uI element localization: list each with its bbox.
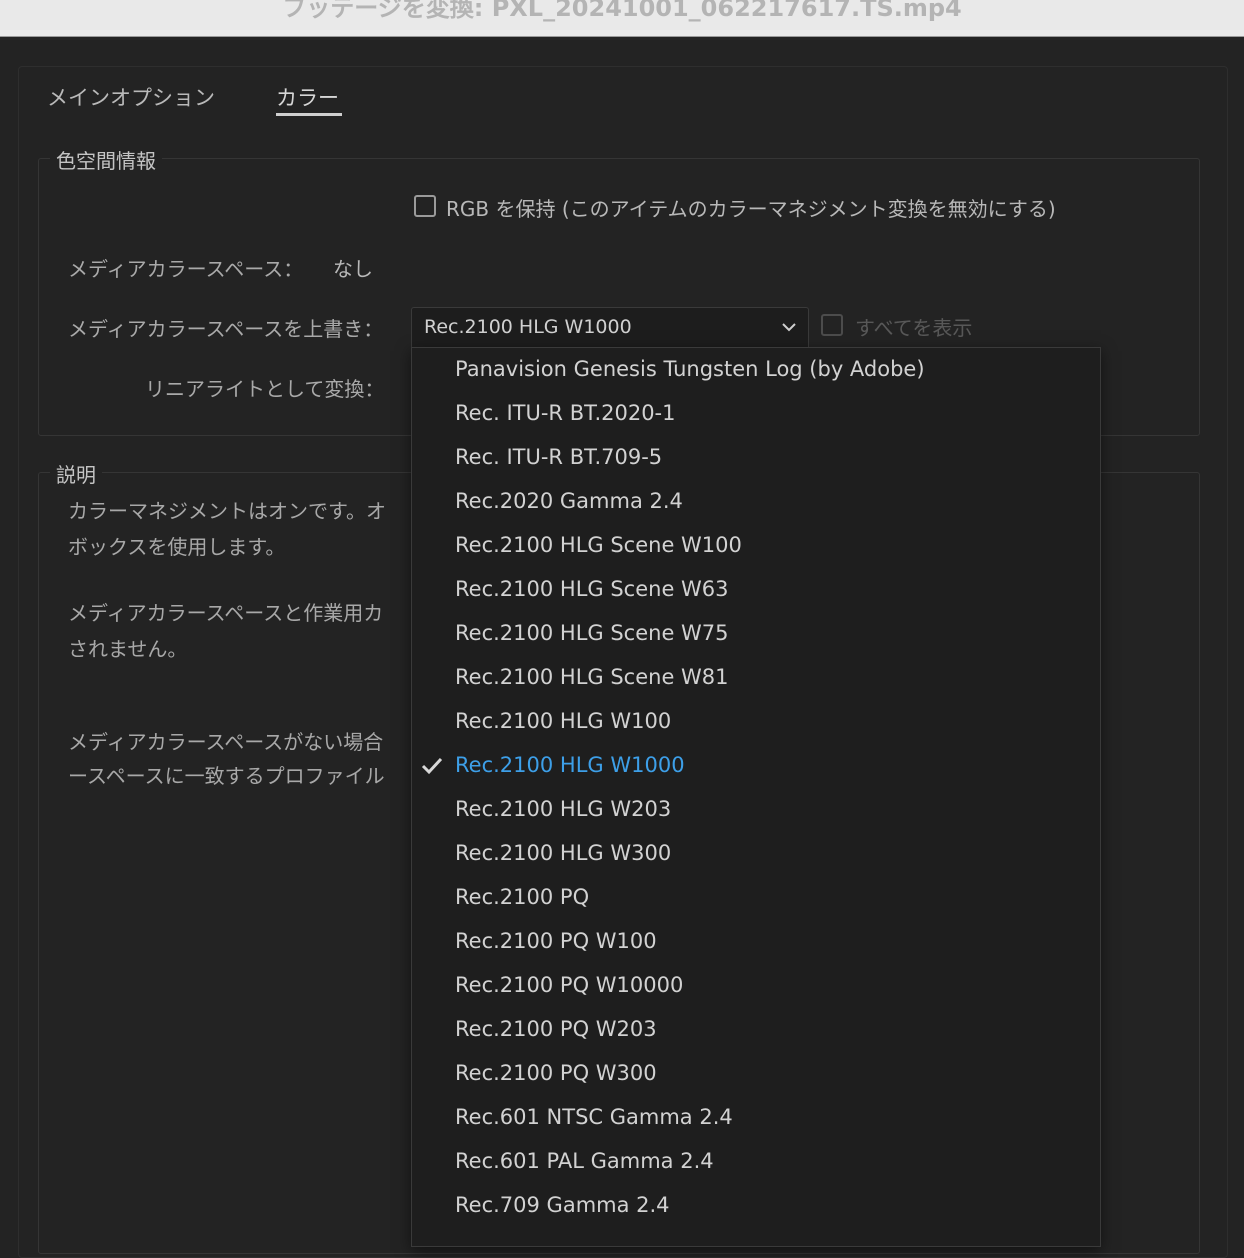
dropdown-option[interactable]: Rec.2100 PQ W203 (412, 1008, 1100, 1052)
description-line: ボックスを使用します。 (68, 535, 286, 559)
dropdown-option-label: Rec.601 NTSC Gamma 2.4 (455, 1105, 733, 1129)
dropdown-option-label: Rec.2100 HLG Scene W63 (455, 577, 729, 601)
tab-main-options[interactable]: メインオプション (47, 82, 215, 112)
color-space-dropdown-list[interactable]: Panavision Genesis Tungsten Log (by Adob… (411, 347, 1101, 1247)
dropdown-option[interactable]: Rec.2100 HLG W1000 (412, 744, 1100, 788)
dropdown-option-label: Rec.2100 PQ W203 (455, 1017, 657, 1041)
override-color-space-select[interactable]: Rec.2100 HLG W1000 (411, 307, 809, 347)
media-color-space-value: なし (333, 257, 373, 281)
description-text: カラーマネジメントはオンです。オ ボックスを使用します。 (68, 493, 410, 565)
dropdown-option-label: Rec.601 PAL Gamma 2.4 (455, 1149, 714, 1173)
preserve-rgb-checkbox[interactable] (414, 195, 436, 217)
override-color-space-value: Rec.2100 HLG W1000 (424, 316, 632, 338)
dropdown-option[interactable]: Rec.2020 Gamma 2.4 (412, 480, 1100, 524)
dropdown-option-label: Rec.2100 PQ W300 (455, 1061, 657, 1085)
show-all-label: すべてを表示 (855, 316, 973, 340)
linear-light-label: リニアライトとして変換： (145, 377, 385, 401)
description-line: カラーマネジメントはオンです。オ (68, 499, 386, 523)
dropdown-option[interactable]: Rec.2100 HLG Scene W75 (412, 612, 1100, 656)
dropdown-option[interactable]: Rec.2100 HLG Scene W81 (412, 656, 1100, 700)
dropdown-option-label: Rec.2100 HLG Scene W75 (455, 621, 729, 645)
dropdown-option-label: Rec.2020 Gamma 2.4 (455, 489, 683, 513)
dropdown-option-label: Panavision Genesis Tungsten Log (by Adob… (455, 357, 925, 381)
description-line: ースペースに一致するプロファイル (68, 764, 385, 788)
dropdown-option-label: Rec.2100 PQ W10000 (455, 973, 684, 997)
dropdown-option[interactable]: Rec.2100 HLG Scene W100 (412, 524, 1100, 568)
dropdown-option[interactable]: Rec.2100 PQ W300 (412, 1052, 1100, 1096)
dropdown-option[interactable]: Rec.2100 HLG Scene W63 (412, 568, 1100, 612)
dropdown-option-label: Rec. ITU-R BT.2020-1 (455, 401, 676, 425)
color-space-info-label: 色空間情報 (50, 145, 162, 174)
description-line: メディアカラースペースがない場合 (68, 730, 384, 754)
dropdown-option[interactable]: Rec. ITU-R BT.2020-1 (412, 392, 1100, 436)
chevron-down-icon (782, 323, 796, 332)
tab-color[interactable]: カラー (276, 82, 339, 112)
dropdown-option[interactable]: Rec.2100 HLG W300 (412, 832, 1100, 876)
dropdown-option-label: Rec.2100 HLG W1000 (455, 753, 685, 777)
dropdown-option[interactable]: Rec.2100 PQ W10000 (412, 964, 1100, 1008)
window-titlebar: フッテージを変換: PXL_20241001_062217617.TS.mp4 (0, 0, 1244, 37)
dropdown-option[interactable]: Panavision Genesis Tungsten Log (by Adob… (412, 348, 1100, 392)
dropdown-option[interactable]: Rec.2100 PQ W100 (412, 920, 1100, 964)
description-label: 説明 (50, 459, 102, 488)
media-color-space-label: メディアカラースペース： (68, 257, 304, 281)
window-title: フッテージを変換: PXL_20241001_062217617.TS.mp4 (282, 0, 962, 22)
show-all-checkbox[interactable] (821, 314, 843, 336)
dropdown-option-label: Rec.2100 PQ W100 (455, 929, 657, 953)
dropdown-option[interactable]: Rec.709 Gamma 2.4 (412, 1184, 1100, 1228)
dropdown-option-label: Rec.2100 HLG W100 (455, 709, 672, 733)
dropdown-option[interactable]: Rec.601 NTSC Gamma 2.4 (412, 1096, 1100, 1140)
checkmark-icon (421, 757, 443, 775)
description-line: されません。 (68, 637, 188, 661)
dropdown-option-label: Rec.2100 HLG W203 (455, 797, 672, 821)
dropdown-option[interactable]: Rec.601 PAL Gamma 2.4 (412, 1140, 1100, 1184)
dropdown-option[interactable]: Rec.2100 HLG W100 (412, 700, 1100, 744)
dropdown-option[interactable]: Rec.2100 PQ (412, 876, 1100, 920)
override-color-space-label: メディアカラースペースを上書き： (68, 317, 384, 341)
active-tab-indicator (276, 113, 342, 116)
dropdown-option-label: Rec.2100 PQ (455, 885, 590, 909)
dropdown-option-label: Rec.709 Gamma 2.4 (455, 1193, 670, 1217)
dropdown-option-label: Rec.2100 HLG W300 (455, 841, 672, 865)
description-text: メディアカラースペースと作業用カ されません。 (68, 595, 410, 667)
description-text: メディアカラースペースがない場合 ースペースに一致するプロファイル (68, 725, 410, 793)
dropdown-option-label: Rec.2100 HLG Scene W81 (455, 665, 729, 689)
preserve-rgb-label: RGB を保持 (このアイテムのカラーマネジメント変換を無効にする) (446, 197, 1056, 221)
description-line: メディアカラースペースと作業用カ (68, 601, 384, 625)
dropdown-option-label: Rec. ITU-R BT.709-5 (455, 445, 663, 469)
dropdown-option-label: Rec.2100 HLG Scene W100 (455, 533, 742, 557)
dropdown-option[interactable]: Rec. ITU-R BT.709-5 (412, 436, 1100, 480)
dropdown-option[interactable]: Rec.2100 HLG W203 (412, 788, 1100, 832)
